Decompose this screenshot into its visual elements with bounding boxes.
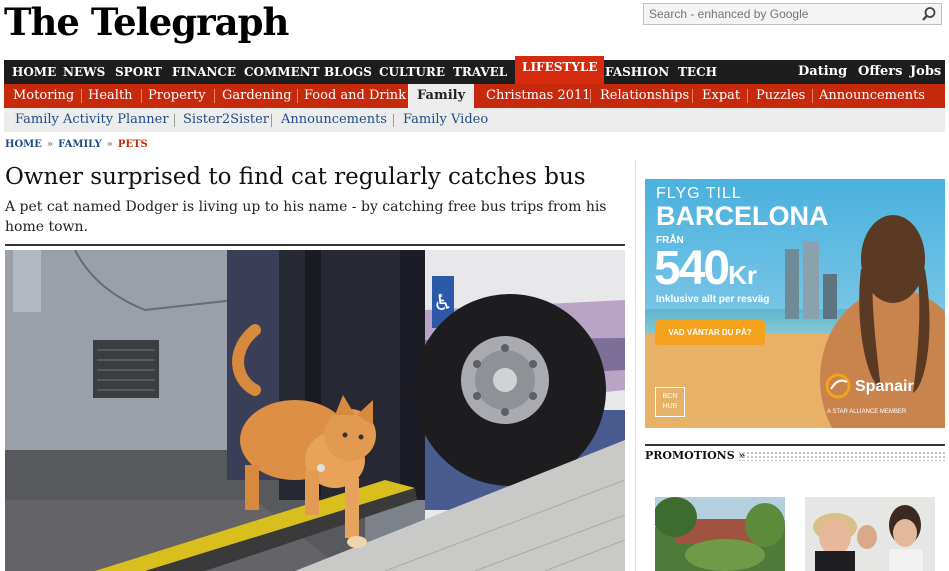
section-christmas-2011[interactable]: Christmas 2011 bbox=[486, 84, 591, 108]
breadcrumb-separator: » bbox=[106, 139, 113, 150]
article-photo-cat-on-bus[interactable]: ♿ bbox=[5, 250, 625, 571]
nav-jobs[interactable]: Jobs bbox=[910, 60, 941, 84]
nav-offers[interactable]: Offers bbox=[858, 60, 902, 84]
ad-hub-badge: BCN HUB bbox=[655, 387, 685, 417]
nav-finance[interactable]: FINANCE bbox=[172, 60, 236, 84]
nav-dating[interactable]: Dating bbox=[798, 60, 847, 84]
ad-note: Inklusive allt per resväg bbox=[656, 294, 770, 305]
ad-price: 540Kr bbox=[654, 241, 757, 296]
subnav-announcements[interactable]: Announcements bbox=[281, 108, 387, 132]
subnav-family-video[interactable]: Family Video bbox=[403, 108, 488, 132]
breadcrumb-pets[interactable]: PETS bbox=[118, 139, 148, 150]
nav-tech[interactable]: TECH bbox=[678, 60, 717, 84]
breadcrumb: HOME » FAMILY » PETS bbox=[5, 139, 148, 150]
nav-comment[interactable]: COMMENT bbox=[244, 60, 320, 84]
promotions-rule bbox=[645, 444, 945, 446]
headline-rule bbox=[5, 244, 625, 246]
nav-fashion[interactable]: FASHION bbox=[605, 60, 669, 84]
section-motoring[interactable]: Motoring bbox=[13, 84, 74, 108]
telegraph-logo[interactable]: The Telegraph bbox=[4, 0, 294, 50]
sub-nav: Family Activity Planner Sister2Sister An… bbox=[4, 108, 945, 132]
ad-brand: Spanair bbox=[855, 378, 914, 395]
breadcrumb-family[interactable]: FAMILY bbox=[58, 139, 102, 150]
promotions-heading[interactable]: PROMOTIONS » bbox=[645, 449, 745, 462]
promo-thumbnail-people[interactable] bbox=[805, 497, 935, 571]
nav-news[interactable]: NEWS bbox=[63, 60, 105, 84]
section-family[interactable]: Family bbox=[408, 84, 475, 108]
promo-thumbnail-garden[interactable] bbox=[655, 497, 785, 571]
section-food-and-drink[interactable]: Food and Drink bbox=[304, 84, 406, 108]
spanair-advert[interactable]: FLYG TILL BARCELONA FRÅN 540Kr Inklusive… bbox=[645, 179, 945, 428]
ad-cta-button[interactable]: VAD VÄNTAR DU PÅ? bbox=[655, 320, 765, 345]
subnav-family-activity-planner[interactable]: Family Activity Planner bbox=[15, 108, 169, 132]
section-health[interactable]: Health bbox=[88, 84, 133, 108]
nav-blogs[interactable]: BLOGS bbox=[324, 60, 372, 84]
section-property[interactable]: Property bbox=[148, 84, 206, 108]
article-standfirst: A pet cat named Dodger is living up to h… bbox=[5, 199, 607, 235]
breadcrumb-separator: » bbox=[46, 139, 54, 150]
section-relationships[interactable]: Relationships bbox=[600, 84, 689, 108]
article-headline: Owner surprised to find cat regularly ca… bbox=[5, 164, 586, 190]
column-divider bbox=[635, 160, 636, 571]
nav-travel[interactable]: TRAVEL bbox=[453, 60, 507, 84]
ad-price-value: 540 bbox=[654, 242, 730, 295]
search-input[interactable] bbox=[644, 4, 919, 24]
subnav-sister2sister[interactable]: Sister2Sister bbox=[183, 108, 269, 132]
ad-line-barcelona: BARCELONA bbox=[656, 201, 829, 231]
nav-culture[interactable]: CULTURE bbox=[379, 60, 445, 84]
section-gardening[interactable]: Gardening bbox=[222, 84, 292, 108]
ad-price-currency: Kr bbox=[728, 260, 757, 290]
spanair-logo-icon bbox=[825, 373, 851, 399]
main-nav: HOME NEWS SPORT FINANCE COMMENT BLOGS CU… bbox=[4, 56, 945, 84]
nav-sport[interactable]: SPORT bbox=[115, 60, 162, 84]
nav-home[interactable]: HOME bbox=[12, 60, 56, 84]
section-puzzles[interactable]: Puzzles bbox=[756, 84, 805, 108]
section-nav: Motoring Health Property Gardening Food … bbox=[4, 84, 945, 108]
svg-text:♿: ♿ bbox=[433, 291, 453, 316]
search-box bbox=[643, 3, 942, 25]
ad-member: A STAR ALLIANCE MEMBER bbox=[827, 409, 907, 415]
section-announcements[interactable]: Announcements bbox=[819, 84, 925, 108]
search-icon[interactable] bbox=[921, 6, 937, 22]
promotions-dots bbox=[738, 451, 945, 461]
breadcrumb-home[interactable]: HOME bbox=[5, 139, 42, 150]
section-expat[interactable]: Expat bbox=[702, 84, 740, 108]
nav-lifestyle[interactable]: LIFESTYLE bbox=[515, 56, 605, 84]
